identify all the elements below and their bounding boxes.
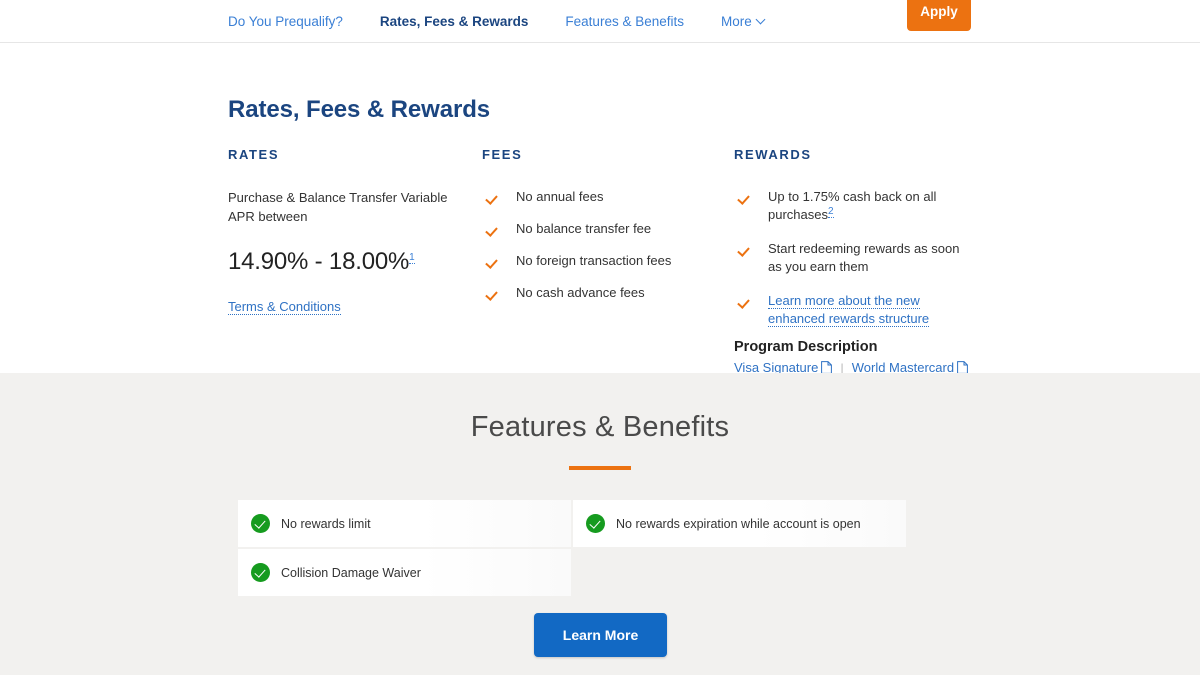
list-item: Start redeeming rewards as soon as you e…: [734, 240, 974, 276]
apr-value-row: 14.90% - 18.00%1: [228, 248, 460, 276]
fees-list: No annual fees No balance transfer fee N…: [482, 188, 714, 302]
chevron-down-icon: [757, 16, 765, 24]
nav-link-label: Do You Prequalify?: [228, 14, 343, 29]
checkmark-icon: [739, 241, 754, 256]
learn-more-button[interactable]: Learn More: [534, 613, 667, 657]
nav-link-label: More: [720, 14, 752, 29]
rates-description: Purchase & Balance Transfer Variable APR…: [228, 190, 448, 224]
rewards-column-heading: REWARDS: [734, 147, 812, 162]
checkmark-icon: [739, 189, 754, 204]
program-description-block: Program Description Visa Signature | Wor…: [734, 339, 994, 376]
features-row: Collision Damage Waiver: [238, 549, 906, 596]
check-circle-icon: [251, 514, 270, 533]
nav-link-features-benefits[interactable]: Features & Benefits: [565, 0, 684, 43]
terms-and-conditions-link[interactable]: Terms & Conditions: [228, 299, 341, 315]
apr-value: 14.90% - 18.00%: [228, 248, 410, 275]
rates-column-heading: RATES: [228, 147, 280, 162]
fee-label: No foreign transaction fees: [516, 253, 672, 268]
apr-footnote-marker[interactable]: 1: [409, 252, 415, 264]
fee-label: No balance transfer fee: [516, 221, 652, 236]
fee-label: No cash advance fees: [516, 285, 645, 300]
list-item: No foreign transaction fees: [482, 252, 714, 270]
page-title: Rates, Fees & Rewards: [228, 96, 491, 123]
list-item: No annual fees: [482, 188, 714, 206]
list-item: No balance transfer fee: [482, 220, 714, 238]
checkmark-icon: [487, 285, 502, 300]
rewards-column: REWARDS Up to 1.75% cash back on all pur…: [734, 147, 974, 328]
features-row: No rewards limit No rewards expiration w…: [238, 500, 906, 547]
rewards-list: Up to 1.75% cash back on all purchases2 …: [734, 188, 974, 328]
reward-label: Up to 1.75% cash back on all purchases: [768, 189, 937, 222]
list-item: No cash advance fees: [482, 284, 714, 302]
feature-label: Collision Damage Waiver: [281, 565, 421, 580]
feature-tile[interactable]: Collision Damage Waiver: [238, 549, 571, 596]
nav-link-rates-fees-rewards[interactable]: Rates, Fees & Rewards: [380, 0, 529, 43]
checkmark-icon: [487, 189, 502, 204]
fees-column: FEES No annual fees No balance transfer …: [482, 147, 714, 302]
nav-inner: Do You Prequalify? Rates, Fees & Rewards…: [0, 0, 1200, 43]
feature-label: No rewards limit: [281, 516, 371, 531]
feature-tile[interactable]: No rewards expiration while account is o…: [573, 500, 906, 547]
features-grid: No rewards limit No rewards expiration w…: [238, 500, 906, 598]
title-accent-rule: [569, 466, 631, 470]
checkmark-icon: [739, 293, 754, 308]
sticky-nav-bar: Do You Prequalify? Rates, Fees & Rewards…: [0, 0, 1200, 43]
nav-link-label: Features & Benefits: [565, 14, 684, 29]
list-item: Up to 1.75% cash back on all purchases2: [734, 188, 974, 224]
fee-label: No annual fees: [516, 189, 604, 204]
primary-nav: Do You Prequalify? Rates, Fees & Rewards…: [228, 0, 802, 43]
apply-button[interactable]: Apply: [907, 0, 971, 31]
feature-label: No rewards expiration while account is o…: [616, 516, 861, 531]
features-benefits-title: Features & Benefits: [470, 411, 730, 443]
reward-label: Start redeeming rewards as soon as you e…: [768, 241, 960, 274]
check-circle-icon: [586, 514, 605, 533]
rates-column: RATES Purchase & Balance Transfer Variab…: [228, 147, 460, 316]
feature-tile-empty: [573, 549, 906, 596]
checkmark-icon: [487, 253, 502, 268]
list-item: Learn more about the new enhanced reward…: [734, 292, 974, 328]
rates-fees-rewards-section: Rates, Fees & Rewards RATES Purchase & B…: [0, 43, 1200, 376]
fees-column-heading: FEES: [482, 147, 523, 162]
checkmark-icon: [487, 221, 502, 236]
features-benefits-section: Features & Benefits No rewards limit No …: [0, 373, 1200, 675]
reward-footnote-marker[interactable]: 2: [827, 205, 834, 218]
nav-link-more[interactable]: More: [721, 0, 765, 43]
program-description-title: Program Description: [734, 339, 878, 355]
check-circle-icon: [251, 563, 270, 582]
enhanced-rewards-link[interactable]: Learn more about the new enhanced reward…: [768, 293, 930, 327]
nav-link-label: Rates, Fees & Rewards: [379, 14, 529, 29]
nav-link-do-you-prequalify[interactable]: Do You Prequalify?: [228, 0, 343, 43]
feature-tile[interactable]: No rewards limit: [238, 500, 571, 547]
